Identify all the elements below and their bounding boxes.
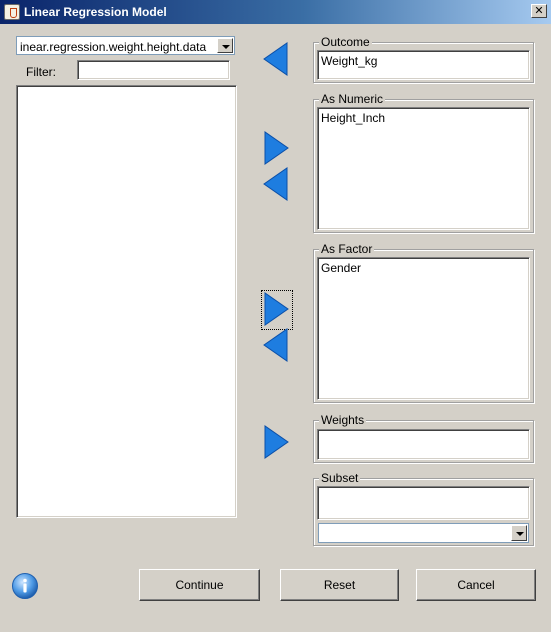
info-icon[interactable]	[11, 572, 39, 600]
filter-input[interactable]	[77, 60, 230, 80]
window-title: Linear Regression Model	[24, 5, 167, 19]
dataset-selector[interactable]: inear.regression.weight.height.data	[16, 36, 235, 55]
list-item[interactable]: Height_Inch	[321, 111, 385, 125]
outcome-value: Weight_kg	[321, 54, 378, 68]
chevron-down-icon[interactable]	[511, 525, 527, 541]
add-factor-button[interactable]	[261, 290, 293, 330]
add-numeric-button[interactable]	[263, 131, 291, 167]
arrow-left-icon	[263, 167, 288, 201]
subset-label: Subset	[319, 471, 361, 485]
arrow-right-icon	[264, 425, 289, 459]
variable-list[interactable]	[16, 85, 237, 518]
dataset-selector-value: inear.regression.weight.height.data	[20, 40, 207, 54]
remove-numeric-button[interactable]	[262, 167, 290, 203]
continue-button[interactable]: Continue	[139, 569, 260, 601]
arrow-left-icon	[263, 328, 288, 362]
chevron-down-icon[interactable]	[217, 38, 233, 53]
remove-factor-button[interactable]	[262, 328, 290, 364]
as-numeric-label: As Numeric	[319, 92, 386, 106]
remove-outcome-button[interactable]	[262, 42, 290, 78]
close-button[interactable]: ✕	[531, 4, 547, 18]
subset-field[interactable]	[317, 486, 530, 520]
filter-label: Filter:	[26, 65, 56, 79]
info-icon-glyph	[12, 573, 38, 599]
as-numeric-list[interactable]: Height_Inch	[317, 107, 530, 230]
outcome-label: Outcome	[319, 35, 372, 49]
outcome-field[interactable]: Weight_kg	[317, 50, 530, 80]
arrow-right-icon	[264, 292, 289, 326]
arrow-left-icon	[263, 42, 288, 76]
weights-field[interactable]	[317, 429, 530, 460]
weights-label: Weights	[319, 413, 367, 427]
java-app-icon	[4, 4, 20, 20]
as-factor-list[interactable]: Gender	[317, 257, 530, 400]
reset-button[interactable]: Reset	[280, 569, 399, 601]
arrow-right-icon	[264, 131, 289, 165]
add-weights-button[interactable]	[263, 425, 291, 461]
list-item[interactable]: Gender	[321, 261, 361, 275]
as-factor-label: As Factor	[319, 242, 375, 256]
subset-dropdown[interactable]	[318, 523, 529, 543]
cancel-button[interactable]: Cancel	[416, 569, 536, 601]
title-bar: Linear Regression Model ✕	[0, 0, 551, 24]
